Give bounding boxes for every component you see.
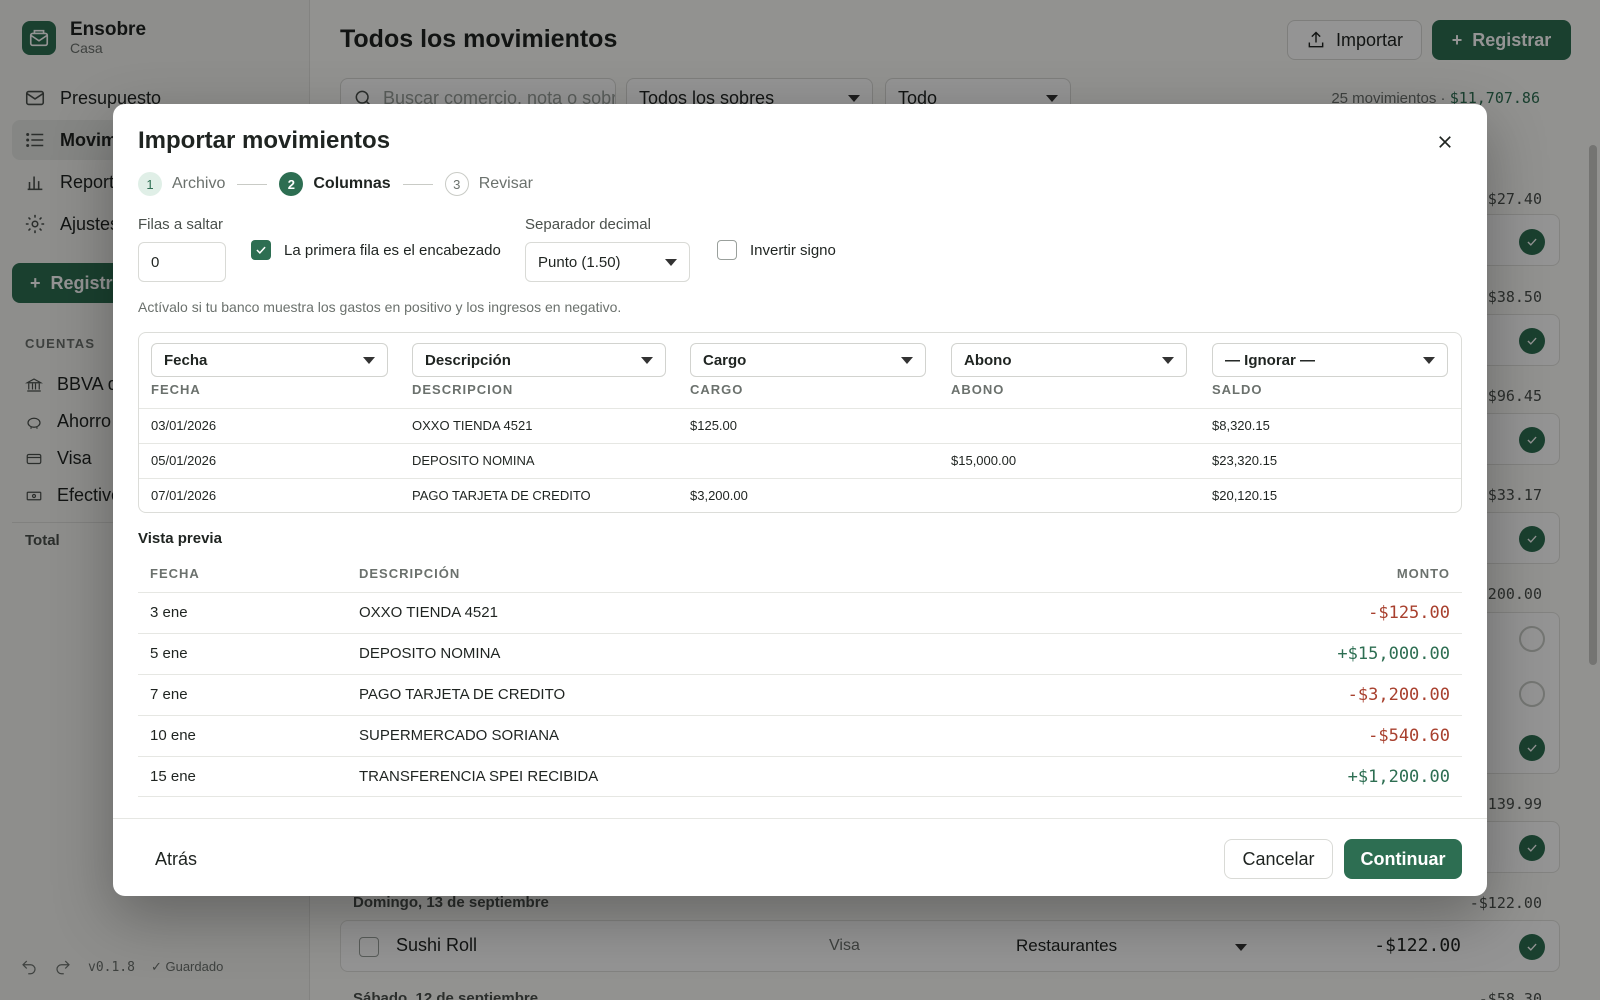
source-column-header: ABONO — [951, 382, 1005, 397]
sample-row: 03/01/2026 OXXO TIENDA 4521 $125.00 $8,3… — [139, 408, 1461, 443]
step-connector — [402, 183, 433, 185]
sample-cell: $125.00 — [690, 418, 737, 433]
preview-amount: -$540.60 — [1368, 726, 1450, 746]
step-label-columnas: Columnas — [313, 175, 391, 192]
preview-amount: -$125.00 — [1368, 603, 1450, 623]
column-map-select-1[interactable]: Fecha — [151, 343, 388, 377]
header-row-checkbox[interactable] — [251, 240, 271, 260]
preview-row: 3 ene OXXO TIENDA 4521 -$125.00 — [138, 592, 1462, 633]
chevron-down-icon — [363, 356, 375, 364]
preview-date: 10 ene — [150, 727, 196, 744]
column-map-select-2[interactable]: Descripción — [412, 343, 666, 377]
source-column-header: SALDO — [1212, 382, 1263, 397]
sample-cell: $23,320.15 — [1212, 453, 1278, 468]
column-map-value: — Ignorar — — [1225, 351, 1316, 369]
source-column-header: FECHA — [151, 382, 201, 397]
cancel-button[interactable]: Cancelar — [1224, 839, 1333, 879]
preview-header-description: DESCRIPCIÓN — [359, 566, 461, 581]
preview-title: Vista previa — [138, 530, 222, 547]
sample-cell: 05/01/2026 — [151, 453, 217, 468]
close-icon — [1439, 136, 1451, 148]
preview-row: 7 ene PAGO TARJETA DE CREDITO -$3,200.00 — [138, 674, 1462, 715]
source-column-header: DESCRIPCION — [412, 382, 514, 397]
sample-row: 05/01/2026 DEPOSITO NOMINA $15,000.00 $2… — [139, 443, 1461, 478]
header-row-label: La primera fila es el encabezado — [284, 242, 501, 259]
preview-description: TRANSFERENCIA SPEI RECIBIDA — [359, 768, 599, 785]
sample-cell: 07/01/2026 — [151, 488, 217, 503]
modal-footer: Atrás Cancelar Continuar — [113, 818, 1487, 896]
sample-cell: 03/01/2026 — [151, 418, 217, 433]
sample-cell: PAGO TARJETA DE CREDITO — [412, 488, 591, 503]
chevron-down-icon — [665, 258, 677, 266]
preview-date: 3 ene — [150, 604, 188, 621]
sample-cell: OXXO TIENDA 4521 — [412, 418, 533, 433]
sample-cell: DEPOSITO NOMINA — [412, 453, 535, 468]
skip-rows-input[interactable]: 0 — [138, 242, 226, 282]
preview-amount: +$15,000.00 — [1337, 644, 1450, 664]
sample-row: 07/01/2026 PAGO TARJETA DE CREDITO $3,20… — [139, 478, 1461, 513]
step-label-archivo: Archivo — [172, 175, 226, 192]
step-number: 1 — [138, 172, 162, 196]
chevron-down-icon — [1162, 356, 1174, 364]
preview-header-date: FECHA — [150, 566, 200, 581]
skip-rows-label: Filas a saltar — [138, 216, 224, 233]
column-map-value: Fecha — [164, 351, 208, 369]
import-modal: Importar movimientos 1 Archivo 2 Columna… — [113, 104, 1487, 896]
step-label-revisar: Revisar — [478, 175, 533, 192]
decimal-separator-label: Separador decimal — [525, 216, 651, 233]
chevron-down-icon — [1423, 356, 1435, 364]
chevron-down-icon — [901, 356, 913, 364]
source-column-header: CARGO — [690, 382, 744, 397]
column-map-value: Descripción — [425, 351, 511, 369]
preview-row: 5 ene DEPOSITO NOMINA +$15,000.00 — [138, 633, 1462, 674]
preview-date: 15 ene — [150, 768, 196, 785]
preview-date: 7 ene — [150, 686, 188, 703]
preview-description: DEPOSITO NOMINA — [359, 645, 501, 662]
sample-cell: $8,320.15 — [1212, 418, 1270, 433]
modal-title: Importar movimientos — [138, 127, 391, 154]
decimal-separator-value: Punto (1.50) — [538, 253, 621, 271]
invert-sign-label: Invertir signo — [750, 242, 836, 259]
preview-amount: -$3,200.00 — [1347, 685, 1450, 705]
preview-row: 15 ene TRANSFERENCIA SPEI RECIBIDA +$1,2… — [138, 756, 1462, 797]
close-button[interactable] — [1429, 126, 1461, 158]
continue-button[interactable]: Continuar — [1344, 839, 1462, 879]
sample-cell: $3,200.00 — [690, 488, 748, 503]
preview-date: 5 ene — [150, 645, 188, 662]
back-button[interactable]: Atrás — [138, 839, 214, 879]
invert-sign-hint: Actívalo si tu banco muestra los gastos … — [138, 299, 622, 315]
skip-rows-value: 0 — [151, 253, 160, 271]
sample-cell: $15,000.00 — [951, 453, 1017, 468]
column-mapping-table: Fecha Descripción Cargo Abono — Ignorar … — [138, 332, 1462, 513]
column-map-value: Abono — [964, 351, 1012, 369]
stepper: 1 Archivo 2 Columnas 3 Revisar — [138, 172, 533, 196]
step-number: 2 — [279, 172, 304, 196]
invert-sign-checkbox[interactable] — [717, 240, 737, 260]
chevron-down-icon — [641, 356, 653, 364]
column-map-select-3[interactable]: Cargo — [690, 343, 926, 377]
sample-cell: $20,120.15 — [1212, 488, 1278, 503]
decimal-separator-select[interactable]: Punto (1.50) — [525, 242, 690, 282]
preview-description: SUPERMERCADO SORIANA — [359, 727, 560, 744]
column-map-select-5[interactable]: — Ignorar — — [1212, 343, 1448, 377]
preview-description: OXXO TIENDA 4521 — [359, 604, 498, 621]
preview-description: PAGO TARJETA DE CREDITO — [359, 686, 566, 703]
preview-row: 10 ene SUPERMERCADO SORIANA -$540.60 — [138, 715, 1462, 756]
step-connector — [237, 183, 268, 185]
check-icon — [256, 246, 266, 255]
step-number: 3 — [444, 172, 469, 196]
preview-header-amount: MONTO — [1396, 566, 1450, 581]
column-map-value: Cargo — [703, 351, 747, 369]
preview-amount: +$1,200.00 — [1347, 767, 1450, 787]
column-map-select-4[interactable]: Abono — [951, 343, 1187, 377]
